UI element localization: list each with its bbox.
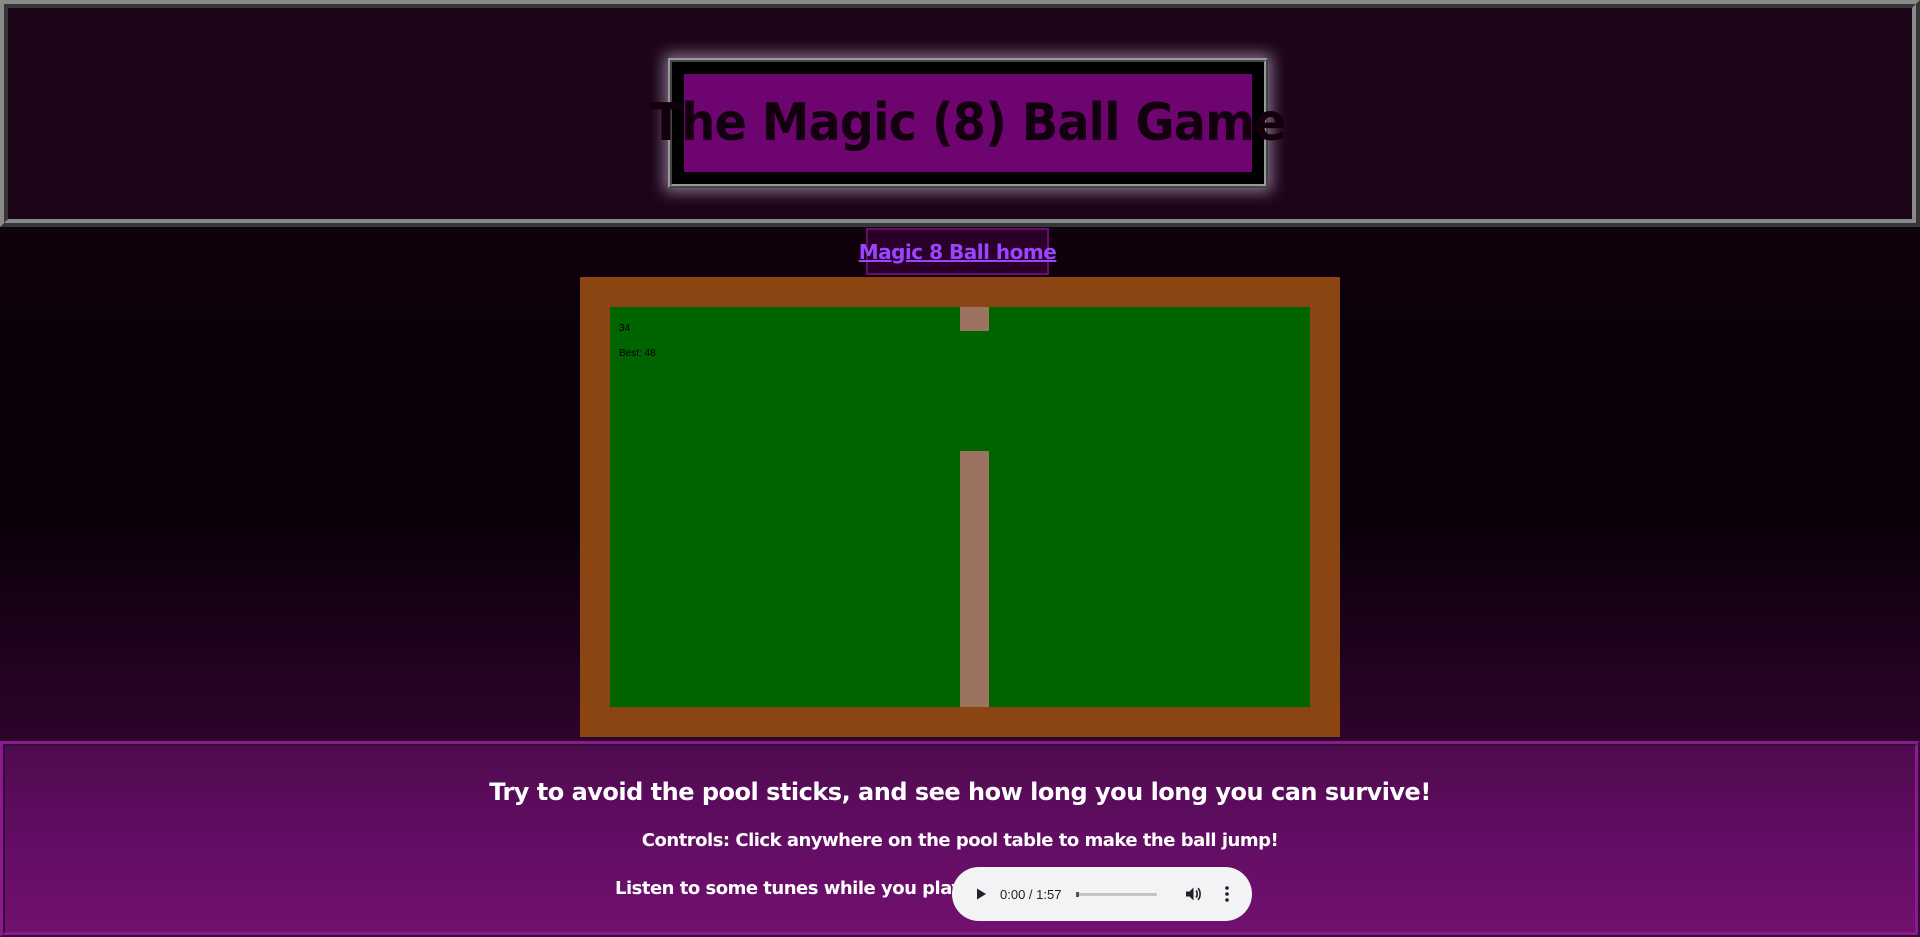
- title-panel: The Magic (8) Ball Game: [650, 74, 1287, 172]
- page-title: The Magic (8) Ball Game: [650, 93, 1287, 153]
- best-score: Best: 48: [619, 348, 656, 359]
- volume-button[interactable]: [1181, 879, 1205, 909]
- tunes-label: Listen to some tunes while you play!: [615, 878, 971, 899]
- more-options-button[interactable]: [1217, 879, 1237, 909]
- more-vert-icon: [1225, 886, 1230, 902]
- audio-player: 0:00 / 1:57: [952, 867, 1252, 921]
- pool-stick-bottom: [960, 451, 989, 707]
- seek-thumb[interactable]: [1076, 891, 1080, 897]
- page-header: The Magic (8) Ball Game: [0, 0, 1920, 227]
- play-icon: [977, 888, 986, 900]
- pool-table-frame: 34 Best: 48: [580, 277, 1340, 737]
- play-button[interactable]: [966, 879, 996, 909]
- page-footer: Try to avoid the pool sticks, and see ho…: [0, 741, 1920, 937]
- audio-time: 0:00 / 1:57: [1000, 886, 1062, 902]
- volume-icon: [1186, 887, 1202, 901]
- title-box: The Magic (8) Ball Game: [650, 58, 1287, 188]
- home-link[interactable]: Magic 8 Ball home: [859, 240, 1057, 264]
- seek-slider[interactable]: [1076, 891, 1158, 897]
- score-counter: 34: [619, 323, 631, 334]
- controls-text: Controls: Click anywhere on the pool tab…: [641, 830, 1279, 851]
- pool-stick-top: [960, 307, 989, 331]
- home-link-box: Magic 8 Ball home: [859, 228, 1057, 275]
- instructions-text: Try to avoid the pool sticks, and see ho…: [489, 778, 1431, 806]
- game-canvas[interactable]: 34 Best: 48: [610, 307, 1310, 707]
